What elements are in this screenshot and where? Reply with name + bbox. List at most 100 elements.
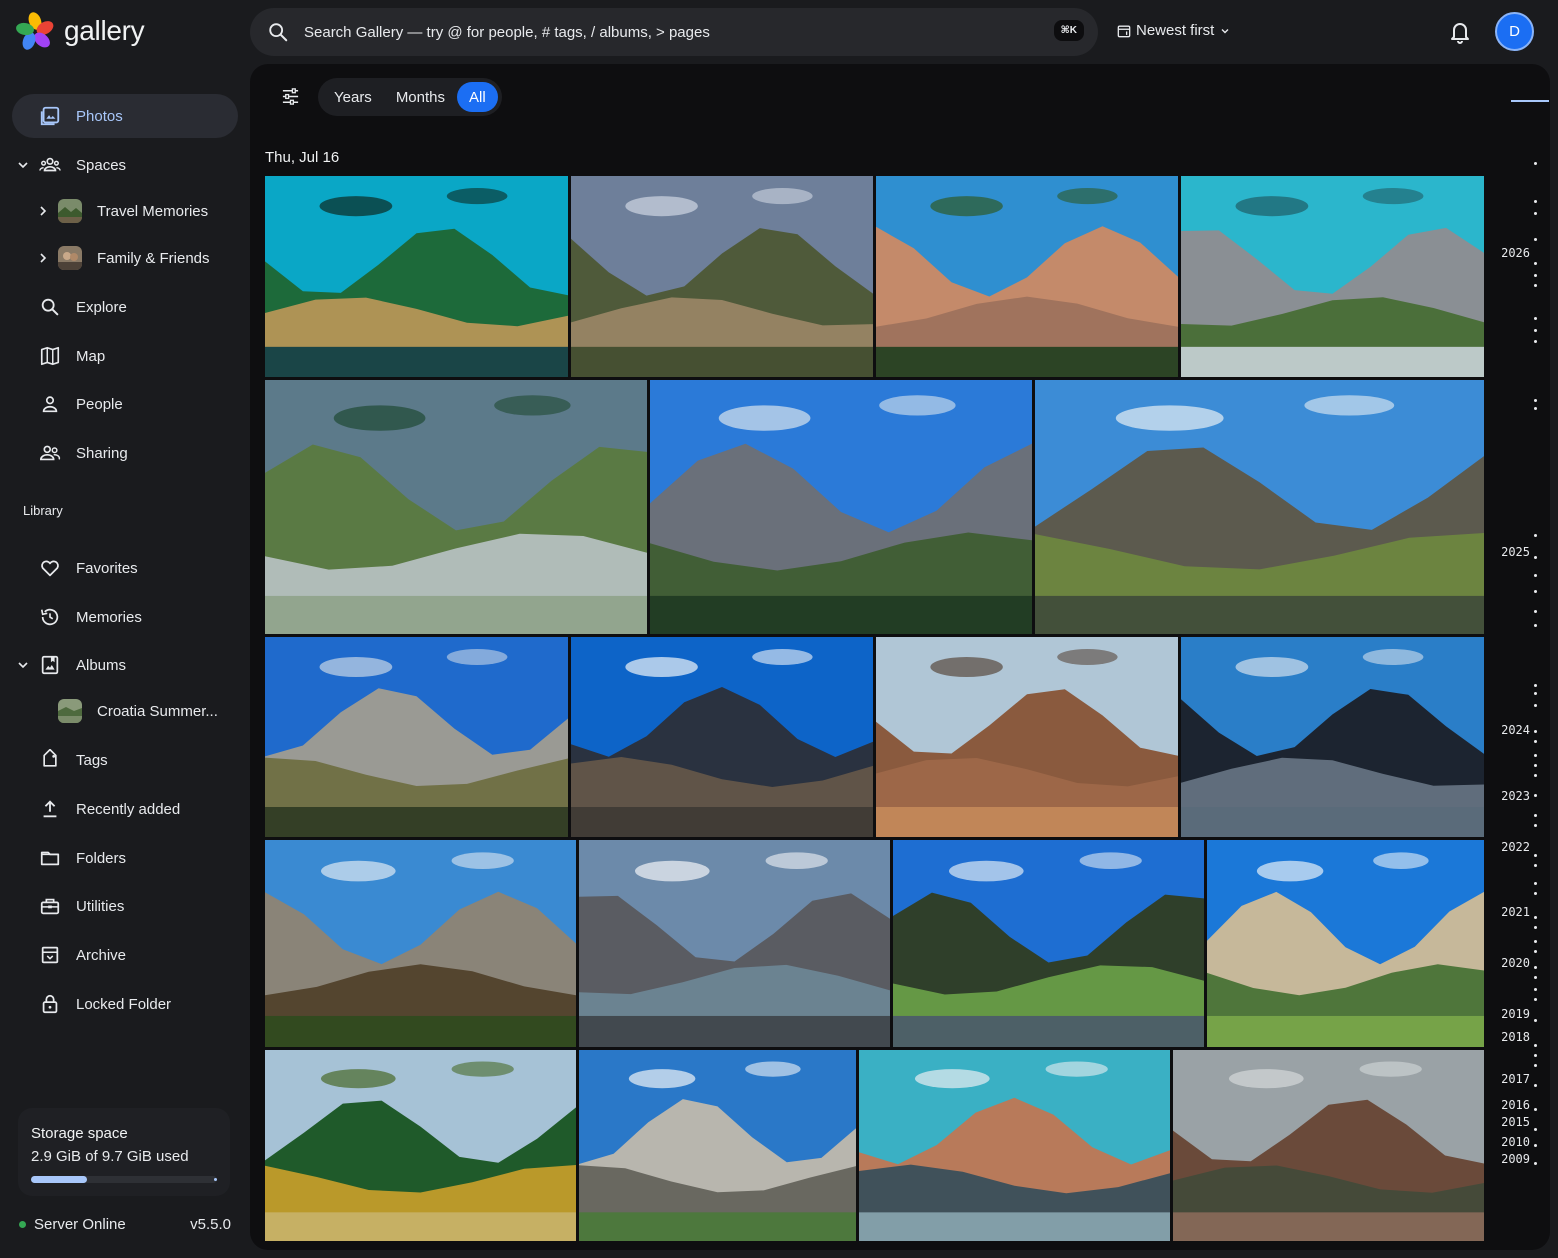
upload-icon (43, 800, 57, 818)
timeline-year-label[interactable]: 2009 (1501, 1152, 1530, 1166)
photo-thumbnail[interactable] (265, 637, 568, 837)
search-icon (41, 298, 59, 316)
timeline-month-dot (1534, 892, 1537, 895)
photo-thumbnail[interactable] (1207, 840, 1484, 1047)
timeline-year-label[interactable]: 2015 (1501, 1115, 1530, 1129)
timeline-month-dot (1534, 764, 1537, 767)
sort-dropdown[interactable]: Newest first (1117, 22, 1235, 39)
photo-thumbnail[interactable] (265, 380, 647, 634)
album-thumbnail (58, 699, 82, 723)
sidebar-item-explore[interactable]: Explore (12, 285, 238, 329)
search-shortcut-badge: ⌘K (1053, 20, 1084, 41)
sidebar-item-memories[interactable]: Memories (12, 595, 238, 639)
photo-thumbnail[interactable] (265, 840, 576, 1047)
sidebar-item-recently-added[interactable]: Recently added (12, 787, 238, 831)
sidebar-item-favorites[interactable]: Favorites (12, 546, 238, 590)
timeline-year-label[interactable]: 2019 (1501, 1007, 1530, 1021)
chevron-down-icon[interactable] (16, 158, 30, 172)
timeline-year-label[interactable]: 2020 (1501, 956, 1530, 970)
view-mode-all[interactable]: All (457, 82, 498, 112)
timeline-year-label[interactable]: 2010 (1501, 1135, 1530, 1149)
user-avatar[interactable]: D (1495, 12, 1534, 51)
timeline-month-dot (1534, 950, 1537, 953)
chevron-right-icon[interactable] (37, 205, 49, 217)
storage-used-text: 2.9 GiB of 9.7 GiB used (31, 1148, 189, 1165)
filter-sliders-icon[interactable] (281, 87, 300, 106)
search-bar[interactable]: Search Gallery — try @ for people, # tag… (250, 8, 1098, 56)
photo-thumbnail[interactable] (1173, 1050, 1484, 1241)
timeline-month-dot (1534, 590, 1537, 593)
photo-thumbnail[interactable] (876, 637, 1178, 837)
sidebar-item-croatia-summer[interactable]: Croatia Summer... (30, 691, 238, 731)
timeline-year-label[interactable]: 2022 (1501, 840, 1530, 854)
timeline-month-dot (1534, 534, 1537, 537)
timeline-month-dot (1534, 407, 1537, 410)
sidebar-item-sharing[interactable]: Sharing (12, 431, 238, 475)
photo-thumbnail[interactable] (571, 637, 873, 837)
sidebar-item-locked-folder[interactable]: Locked Folder (12, 982, 238, 1026)
timeline-month-dot (1534, 556, 1537, 559)
photo-thumbnail[interactable] (859, 1050, 1170, 1241)
photo-thumbnail[interactable] (265, 1050, 576, 1241)
timeline-month-dot (1534, 794, 1537, 797)
photo-thumbnail[interactable] (265, 176, 568, 377)
timeline-year-label[interactable]: 2021 (1501, 905, 1530, 919)
sidebar-item-photos[interactable]: Photos (12, 94, 238, 138)
sidebar-item-archive[interactable]: Archive (12, 933, 238, 977)
sidebar-item-map[interactable]: Map (12, 334, 238, 378)
view-mode-months[interactable]: Months (384, 82, 457, 112)
sidebar-item-folders[interactable]: Folders (12, 836, 238, 880)
timeline-scrubber-indicator[interactable] (1511, 100, 1549, 102)
sidebar-item-utilities[interactable]: Utilities (12, 884, 238, 928)
timeline-year-label[interactable]: 2025 (1501, 545, 1530, 559)
sidebar-item-people[interactable]: People (12, 382, 238, 426)
view-mode-years[interactable]: Years (322, 82, 384, 112)
timeline-month-dot (1534, 200, 1537, 203)
timeline-year-label[interactable]: 2026 (1501, 246, 1530, 260)
timeline-month-dot (1534, 317, 1537, 320)
sidebar-item-tags[interactable]: Tags (12, 738, 238, 782)
photo-thumbnail[interactable] (571, 176, 873, 377)
photo-thumbnail[interactable] (579, 840, 890, 1047)
timeline-month-dot (1534, 730, 1537, 733)
sidebar-item-label: Locked Folder (76, 995, 172, 1013)
photo-thumbnail[interactable] (893, 840, 1204, 1047)
timeline-year-label[interactable]: 2017 (1501, 1072, 1530, 1086)
timeline-month-dot (1534, 864, 1537, 867)
photo-thumbnail[interactable] (650, 380, 1032, 634)
timeline-month-dot (1534, 814, 1537, 817)
tag-icon (43, 749, 57, 767)
sidebar-item-spaces[interactable]: Spaces (12, 143, 238, 187)
timeline-month-dot (1534, 399, 1537, 402)
pinwheel-logo-icon (16, 12, 54, 50)
timeline-month-dot (1534, 1044, 1537, 1047)
view-mode-toggle: Years Months All (318, 78, 502, 116)
search-input[interactable]: Search Gallery — try @ for people, # tag… (304, 24, 710, 41)
archive-box-icon (41, 946, 59, 964)
sidebar-item-albums[interactable]: Albums (12, 643, 238, 687)
sidebar: Photos Spaces Travel Memories Family & F… (0, 64, 250, 1258)
timeline-year-label[interactable]: 2024 (1501, 723, 1530, 737)
photo-thumbnail[interactable] (579, 1050, 856, 1241)
chevron-right-icon[interactable] (37, 252, 49, 264)
timeline-month-dot (1534, 329, 1537, 332)
photo-thumbnail[interactable] (1035, 380, 1484, 634)
photo-thumbnail[interactable] (876, 176, 1178, 377)
timeline-month-dot (1534, 926, 1537, 929)
timeline-month-dot (1534, 284, 1537, 287)
photo-thumbnail[interactable] (1181, 176, 1484, 377)
server-status-label: Server Online (34, 1216, 126, 1233)
sidebar-item-travel-memories[interactable]: Travel Memories (30, 191, 238, 231)
timeline-year-label[interactable]: 2016 (1501, 1098, 1530, 1112)
photos-icon (40, 106, 60, 126)
timeline-month-dot (1534, 340, 1537, 343)
app-logo[interactable]: gallery (14, 10, 145, 52)
timeline-year-label[interactable]: 2018 (1501, 1030, 1530, 1044)
photo-thumbnail[interactable] (1181, 637, 1484, 837)
storage-card[interactable]: Storage space 2.9 GiB of 9.7 GiB used (18, 1108, 230, 1196)
chevron-down-icon[interactable] (16, 658, 30, 672)
notifications-bell-icon[interactable] (1448, 19, 1472, 45)
timeline-year-label[interactable]: 2023 (1501, 789, 1530, 803)
sidebar-item-family-friends[interactable]: Family & Friends (30, 238, 238, 278)
sidebar-item-label: Spaces (76, 156, 127, 174)
